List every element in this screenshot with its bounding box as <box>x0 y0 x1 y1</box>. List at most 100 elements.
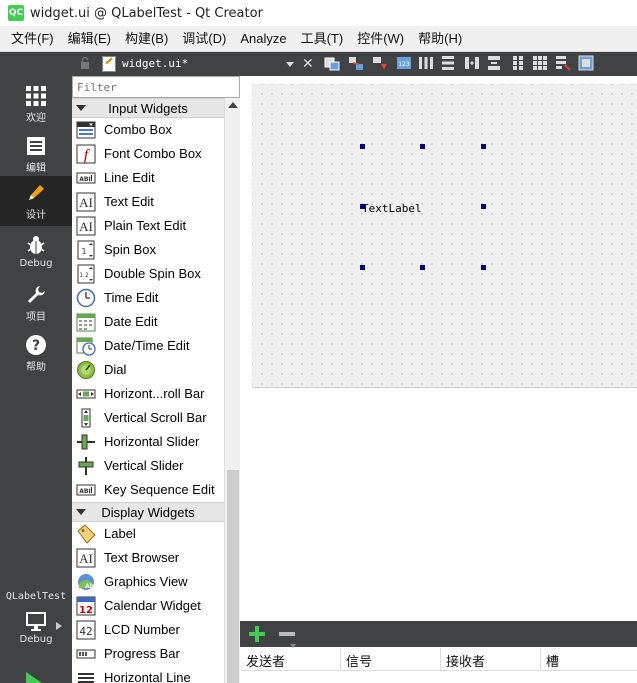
category-title: Input Widgets <box>108 101 188 116</box>
edit-widgets-icon[interactable] <box>324 55 340 71</box>
menu-build[interactable]: 构建(B) <box>118 26 175 52</box>
run-icon[interactable] <box>24 670 44 683</box>
layout-vertical-icon[interactable] <box>440 55 456 71</box>
widget-item-line-edit[interactable]: ABI Line Edit <box>72 166 224 190</box>
selection-handle[interactable] <box>481 204 486 209</box>
widget-item-graphics-view[interactable]: Abc Graphics View <box>72 570 224 594</box>
chevron-down-icon[interactable] <box>286 62 294 67</box>
widget-item-vertical-scroll-bar[interactable]: Vertical Scroll Bar <box>72 406 224 430</box>
column-signal[interactable]: 信号 <box>346 651 372 670</box>
widget-item-date-time-edit[interactable]: Date/Time Edit <box>72 334 224 358</box>
widget-item-label: Spin Box <box>104 242 157 257</box>
adjust-size-icon[interactable] <box>578 55 594 71</box>
column-divider <box>540 648 541 670</box>
widget-item-dial[interactable]: Dial <box>72 358 224 382</box>
category-input-widgets[interactable]: Input Widgets <box>72 98 224 118</box>
widget-item-vertical-slider[interactable]: Vertical Slider <box>72 454 224 478</box>
graphics-view-icon: Abc <box>78 574 96 590</box>
scrollbar-thumb[interactable] <box>227 470 239 683</box>
column-receiver[interactable]: 接收者 <box>446 651 485 670</box>
mode-welcome[interactable]: 欢迎 <box>0 79 72 129</box>
widget-item-horizontal-slider[interactable]: Horizontal Slider <box>72 430 224 454</box>
widget-item-font-combo-box[interactable]: f Font Combo Box <box>72 142 224 166</box>
mode-projects[interactable]: 项目 <box>0 278 72 328</box>
svg-text:Abc: Abc <box>85 583 96 590</box>
selection-handle[interactable] <box>420 265 425 270</box>
menu-help[interactable]: 帮助(H) <box>411 26 469 52</box>
widget-item-horizontal-scroll-bar[interactable]: Horizont...roll Bar <box>72 382 224 406</box>
remove-connection-icon[interactable] <box>278 625 296 643</box>
layout-splitter-horizontal-icon[interactable] <box>464 55 480 71</box>
widget-item-lcd-number[interactable]: 42 LCD Number <box>72 618 224 642</box>
selection-handle[interactable] <box>481 265 486 270</box>
svg-text:ABI: ABI <box>79 488 90 495</box>
layout-splitter-vertical-icon[interactable] <box>486 55 502 71</box>
double-spin-box-icon: 1.2 <box>77 264 95 284</box>
mode-design[interactable]: 设计 <box>0 176 72 226</box>
selection-handle[interactable] <box>420 144 425 149</box>
widget-item-label: LCD Number <box>104 622 180 637</box>
widget-item-text-browser[interactable]: AI Text Browser <box>72 546 224 570</box>
key-sequence-edit-icon: ABI <box>76 484 96 496</box>
mode-help[interactable]: ? 帮助 <box>0 328 72 378</box>
widget-item-text-edit[interactable]: AI Text Edit <box>72 190 224 214</box>
category-display-widgets[interactable]: Display Widgets <box>72 502 224 522</box>
menu-edit[interactable]: 编辑(E) <box>61 26 118 52</box>
widget-item-key-sequence-edit[interactable]: ABI Key Sequence Edit <box>72 478 224 502</box>
clock-icon <box>76 288 96 308</box>
menu-tools[interactable]: 工具(T) <box>294 26 351 52</box>
layout-grid-icon[interactable] <box>532 55 548 71</box>
selection-handle[interactable] <box>360 144 365 149</box>
edit-tab-order-icon[interactable]: 123 <box>396 55 412 71</box>
widget-item-time-edit[interactable]: Time Edit <box>72 286 224 310</box>
widget-item-calendar-widget[interactable]: 12 Calendar Widget <box>72 594 224 618</box>
column-divider <box>440 648 441 670</box>
layout-horizontal-icon[interactable] <box>418 55 434 71</box>
edit-signals-slots-icon[interactable] <box>348 55 364 71</box>
form-text-label[interactable]: TextLabel <box>362 202 422 215</box>
form-canvas[interactable] <box>252 84 637 387</box>
widget-item-spin-box[interactable]: 1 Spin Box <box>72 238 224 262</box>
break-layout-icon[interactable] <box>555 55 571 71</box>
widget-item-progress-bar[interactable]: Progress Bar <box>72 642 224 666</box>
document-icon <box>27 137 45 155</box>
layout-form-icon[interactable] <box>510 55 526 71</box>
form-edge <box>252 387 637 388</box>
calendar-clock-icon <box>76 337 96 356</box>
help-icon: ? <box>26 335 46 355</box>
selection-handle[interactable] <box>481 144 486 149</box>
menu-file[interactable]: 文件(F) <box>4 26 61 52</box>
menu-debug[interactable]: 调试(D) <box>175 26 233 52</box>
monitor-icon <box>26 612 46 631</box>
widget-filter-input[interactable] <box>72 76 240 98</box>
add-connection-icon[interactable] <box>248 625 266 643</box>
widget-item-double-spin-box[interactable]: 1.2 Double Spin Box <box>72 262 224 286</box>
edit-buddies-icon[interactable] <box>372 55 388 71</box>
signals-slots-table <box>240 671 637 683</box>
menu-analyze[interactable]: Analyze <box>233 26 293 52</box>
widget-item-date-edit[interactable]: Date Edit <box>72 310 224 334</box>
column-slot[interactable]: 槽 <box>546 651 559 670</box>
scroll-up-icon[interactable] <box>228 102 238 108</box>
mode-debug[interactable]: Debug <box>0 228 72 278</box>
column-sender[interactable]: 发送者 <box>246 651 285 670</box>
widget-item-label: Font Combo Box <box>104 146 202 161</box>
widget-item-horizontal-line[interactable]: Horizontal Line <box>72 666 224 683</box>
title-bar: QC widget.ui @ QLabelTest - Qt Creator <box>0 0 637 26</box>
widget-list-scrollbar[interactable] <box>224 98 240 683</box>
editor-tab-name[interactable]: widget.ui* <box>122 57 188 70</box>
close-icon[interactable]: ✕ <box>302 56 314 70</box>
widget-item-label: Calendar Widget <box>104 598 201 613</box>
selection-handle[interactable] <box>360 265 365 270</box>
mode-edit[interactable]: 编辑 <box>0 129 72 179</box>
widget-item-combo-box[interactable]: Combo Box <box>72 118 224 142</box>
project-label: QLabelTest <box>5 591 67 602</box>
widget-item-plain-text-edit[interactable]: AI Plain Text Edit <box>72 214 224 238</box>
lock-icon[interactable] <box>80 57 90 69</box>
menu-controls[interactable]: 控件(W) <box>350 26 411 52</box>
widget-item-label-widget[interactable]: Label <box>72 522 224 546</box>
plain-text-edit-icon: AI <box>76 216 96 236</box>
svg-text:123: 123 <box>398 61 410 68</box>
widget-item-label: Label <box>104 526 136 541</box>
vertical-slider-icon <box>78 457 94 475</box>
